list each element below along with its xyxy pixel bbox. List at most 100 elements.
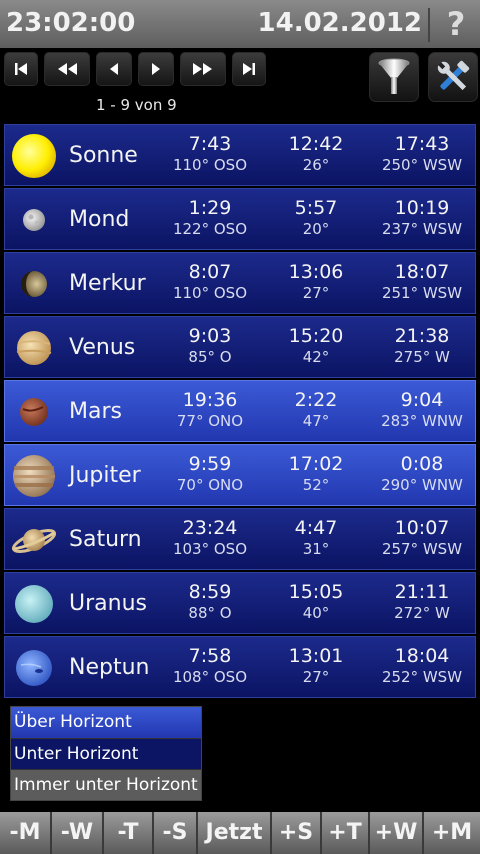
legend-above-horizon: Über Horizont xyxy=(11,707,201,738)
transit-time: 5:57 xyxy=(294,197,338,219)
rise-time: 19:36 xyxy=(182,389,238,411)
last-page-button[interactable] xyxy=(232,52,266,86)
page-info: 1 - 9 von 9 xyxy=(96,96,177,114)
planet-name: Venus xyxy=(69,335,136,360)
set-azimuth: 251° WSW xyxy=(381,284,463,302)
rise-azimuth: 110° OSO xyxy=(172,284,248,302)
set-azimuth: 275° W xyxy=(394,348,450,366)
mars-icon xyxy=(20,398,48,426)
plus-week-button[interactable]: +W xyxy=(370,812,424,854)
rise-time: 9:03 xyxy=(188,325,232,347)
transit-time: 13:01 xyxy=(288,645,344,667)
legend-below-horizon: Unter Horizont xyxy=(11,738,201,769)
rise-azimuth: 77° ONO xyxy=(176,412,244,430)
planet-name: Uranus xyxy=(69,591,147,616)
rise-time: 1:29 xyxy=(188,197,232,219)
rewind-icon xyxy=(58,63,77,75)
current-time: 23:02:00 xyxy=(6,8,136,38)
plus-month-button[interactable]: +M xyxy=(424,812,480,854)
rise-time: 9:59 xyxy=(188,453,232,475)
jupiter-icon xyxy=(13,455,55,497)
set-time: 0:08 xyxy=(400,453,444,475)
set-time: 10:19 xyxy=(394,197,450,219)
planet-row-venus[interactable]: Venus 9:03 85° O 15:20 42° 21:38 275° W xyxy=(4,316,476,378)
rise-azimuth: 110° OSO xyxy=(172,156,248,174)
rise-time: 8:59 xyxy=(188,581,232,603)
set-time: 18:07 xyxy=(394,261,450,283)
planet-name: Sonne xyxy=(69,143,138,168)
skip-last-icon xyxy=(243,63,255,75)
time-step-bar: -M -W -T -S Jetzt +S +T +W +M xyxy=(0,812,480,854)
transit-altitude: 52° xyxy=(302,476,330,494)
set-time: 21:11 xyxy=(394,581,450,603)
transit-time: 13:06 xyxy=(288,261,344,283)
minus-month-button[interactable]: -M xyxy=(0,812,52,854)
transit-altitude: 27° xyxy=(302,668,330,686)
set-azimuth: 290° WNW xyxy=(381,476,463,494)
set-time: 10:07 xyxy=(394,517,450,539)
set-azimuth: 237° WSW xyxy=(381,220,463,238)
chevron-left-icon xyxy=(110,63,118,75)
plus-day-button[interactable]: +T xyxy=(322,812,370,854)
settings-button[interactable] xyxy=(428,52,478,102)
filter-button[interactable] xyxy=(369,52,419,102)
transit-altitude: 31° xyxy=(302,540,330,558)
planet-name: Mond xyxy=(69,207,130,232)
rise-azimuth: 122° OSO xyxy=(172,220,248,238)
planet-row-mond[interactable]: Mond 1:29 122° OSO 5:57 20° 10:19 237° WSW xyxy=(4,188,476,250)
previous-button[interactable] xyxy=(96,52,132,86)
fast-forward-button[interactable] xyxy=(180,52,226,86)
fast-back-button[interactable] xyxy=(44,52,90,86)
fast-forward-icon xyxy=(193,63,212,75)
planet-row-uranus[interactable]: Uranus 8:59 88° O 15:05 40° 21:11 272° W xyxy=(4,572,476,634)
current-date[interactable]: 14.02.2012 xyxy=(258,8,422,38)
plus-hour-button[interactable]: +S xyxy=(272,812,322,854)
planet-row-neptun[interactable]: Neptun 7:58 108° OSO 13:01 27° 18:04 252° W… xyxy=(4,636,476,698)
transit-time: 15:05 xyxy=(288,581,344,603)
skip-first-icon xyxy=(15,63,27,75)
venus-icon xyxy=(16,331,52,365)
transit-altitude: 47° xyxy=(302,412,330,430)
legend-never-above: Immer unter Horizont xyxy=(11,769,201,800)
transit-altitude: 20° xyxy=(302,220,330,238)
now-button[interactable]: Jetzt xyxy=(198,812,272,854)
set-azimuth: 257° WSW xyxy=(381,540,463,558)
rise-time: 7:58 xyxy=(188,645,232,667)
planet-row-sonne[interactable]: Sonne 7:43 110° OSO 12:42 26° 17:43 250° WS… xyxy=(4,124,476,186)
set-azimuth: 272° W xyxy=(394,604,450,622)
first-page-button[interactable] xyxy=(4,52,38,86)
transit-time: 17:02 xyxy=(288,453,344,475)
planet-table: Sonne 7:43 110° OSO 12:42 26° 17:43 250° WS… xyxy=(4,124,476,700)
planet-name: Merkur xyxy=(69,271,146,296)
planet-row-mars[interactable]: Mars 19:36 77° ONO 2:22 47° 9:04 283° WNW xyxy=(4,380,476,442)
set-time: 9:04 xyxy=(400,389,444,411)
transit-time: 15:20 xyxy=(288,325,344,347)
uranus-icon xyxy=(15,585,53,623)
tools-icon xyxy=(437,60,470,91)
planet-name: Mars xyxy=(69,399,122,424)
minus-day-button[interactable]: -T xyxy=(104,812,154,854)
set-azimuth: 250° WSW xyxy=(381,156,463,174)
rise-azimuth: 70° ONO xyxy=(176,476,244,494)
rise-azimuth: 108° OSO xyxy=(172,668,248,686)
transit-altitude: 40° xyxy=(302,604,330,622)
title-bar: 23:02:00 14.02.2012 ? xyxy=(0,0,480,48)
chevron-right-icon xyxy=(152,63,160,75)
set-azimuth: 252° WSW xyxy=(381,668,463,686)
funnel-icon xyxy=(378,58,410,94)
planet-name: Neptun xyxy=(69,655,150,680)
transit-time: 12:42 xyxy=(288,133,344,155)
planet-name: Saturn xyxy=(69,527,142,552)
sun-icon xyxy=(12,134,56,178)
minus-hour-button[interactable]: -S xyxy=(154,812,198,854)
set-time: 21:38 xyxy=(394,325,450,347)
planet-row-saturn[interactable]: Saturn 23:24 103° OSO 4:47 31° 10:07 257° W… xyxy=(4,508,476,570)
planet-row-merkur[interactable]: Merkur 8:07 110° OSO 13:06 27° 18:07 251° W… xyxy=(4,252,476,314)
planet-row-jupiter[interactable]: Jupiter 9:59 70° ONO 17:02 52° 0:08 290° WN… xyxy=(4,444,476,506)
next-button[interactable] xyxy=(138,52,174,86)
minus-week-button[interactable]: -W xyxy=(52,812,104,854)
help-button[interactable]: ? xyxy=(436,4,476,44)
transit-time: 2:22 xyxy=(294,389,338,411)
rise-time: 8:07 xyxy=(188,261,232,283)
horizon-legend: Über Horizont Unter Horizont Immer unter… xyxy=(10,706,202,801)
